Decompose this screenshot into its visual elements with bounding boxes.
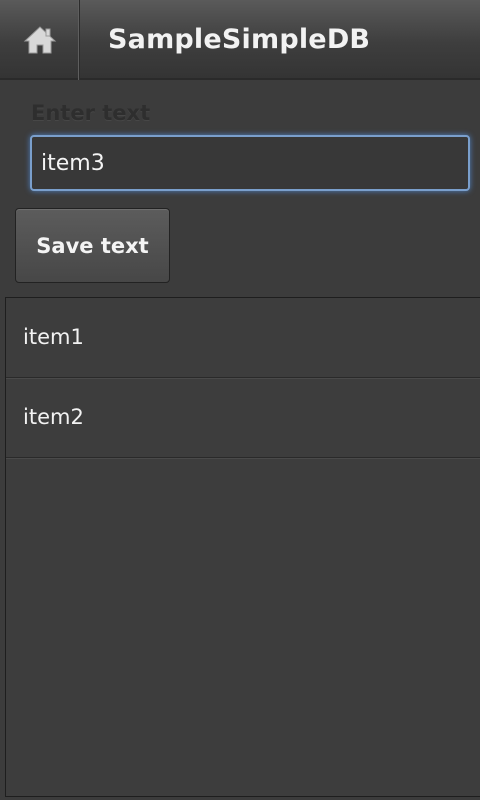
- action-bar: SampleSimpleDB: [0, 0, 480, 80]
- list-item[interactable]: item2: [6, 378, 480, 458]
- items-list[interactable]: item1 item2: [5, 297, 480, 797]
- enter-text-label: Enter text: [31, 101, 151, 125]
- app-screen: SampleSimpleDB Enter text Save text item…: [0, 0, 480, 800]
- home-icon: [23, 26, 56, 54]
- save-text-button[interactable]: Save text: [15, 208, 170, 283]
- home-button[interactable]: [0, 0, 80, 80]
- list-item[interactable]: item1: [6, 298, 480, 378]
- app-title: SampleSimpleDB: [108, 24, 371, 55]
- text-input[interactable]: [30, 135, 470, 191]
